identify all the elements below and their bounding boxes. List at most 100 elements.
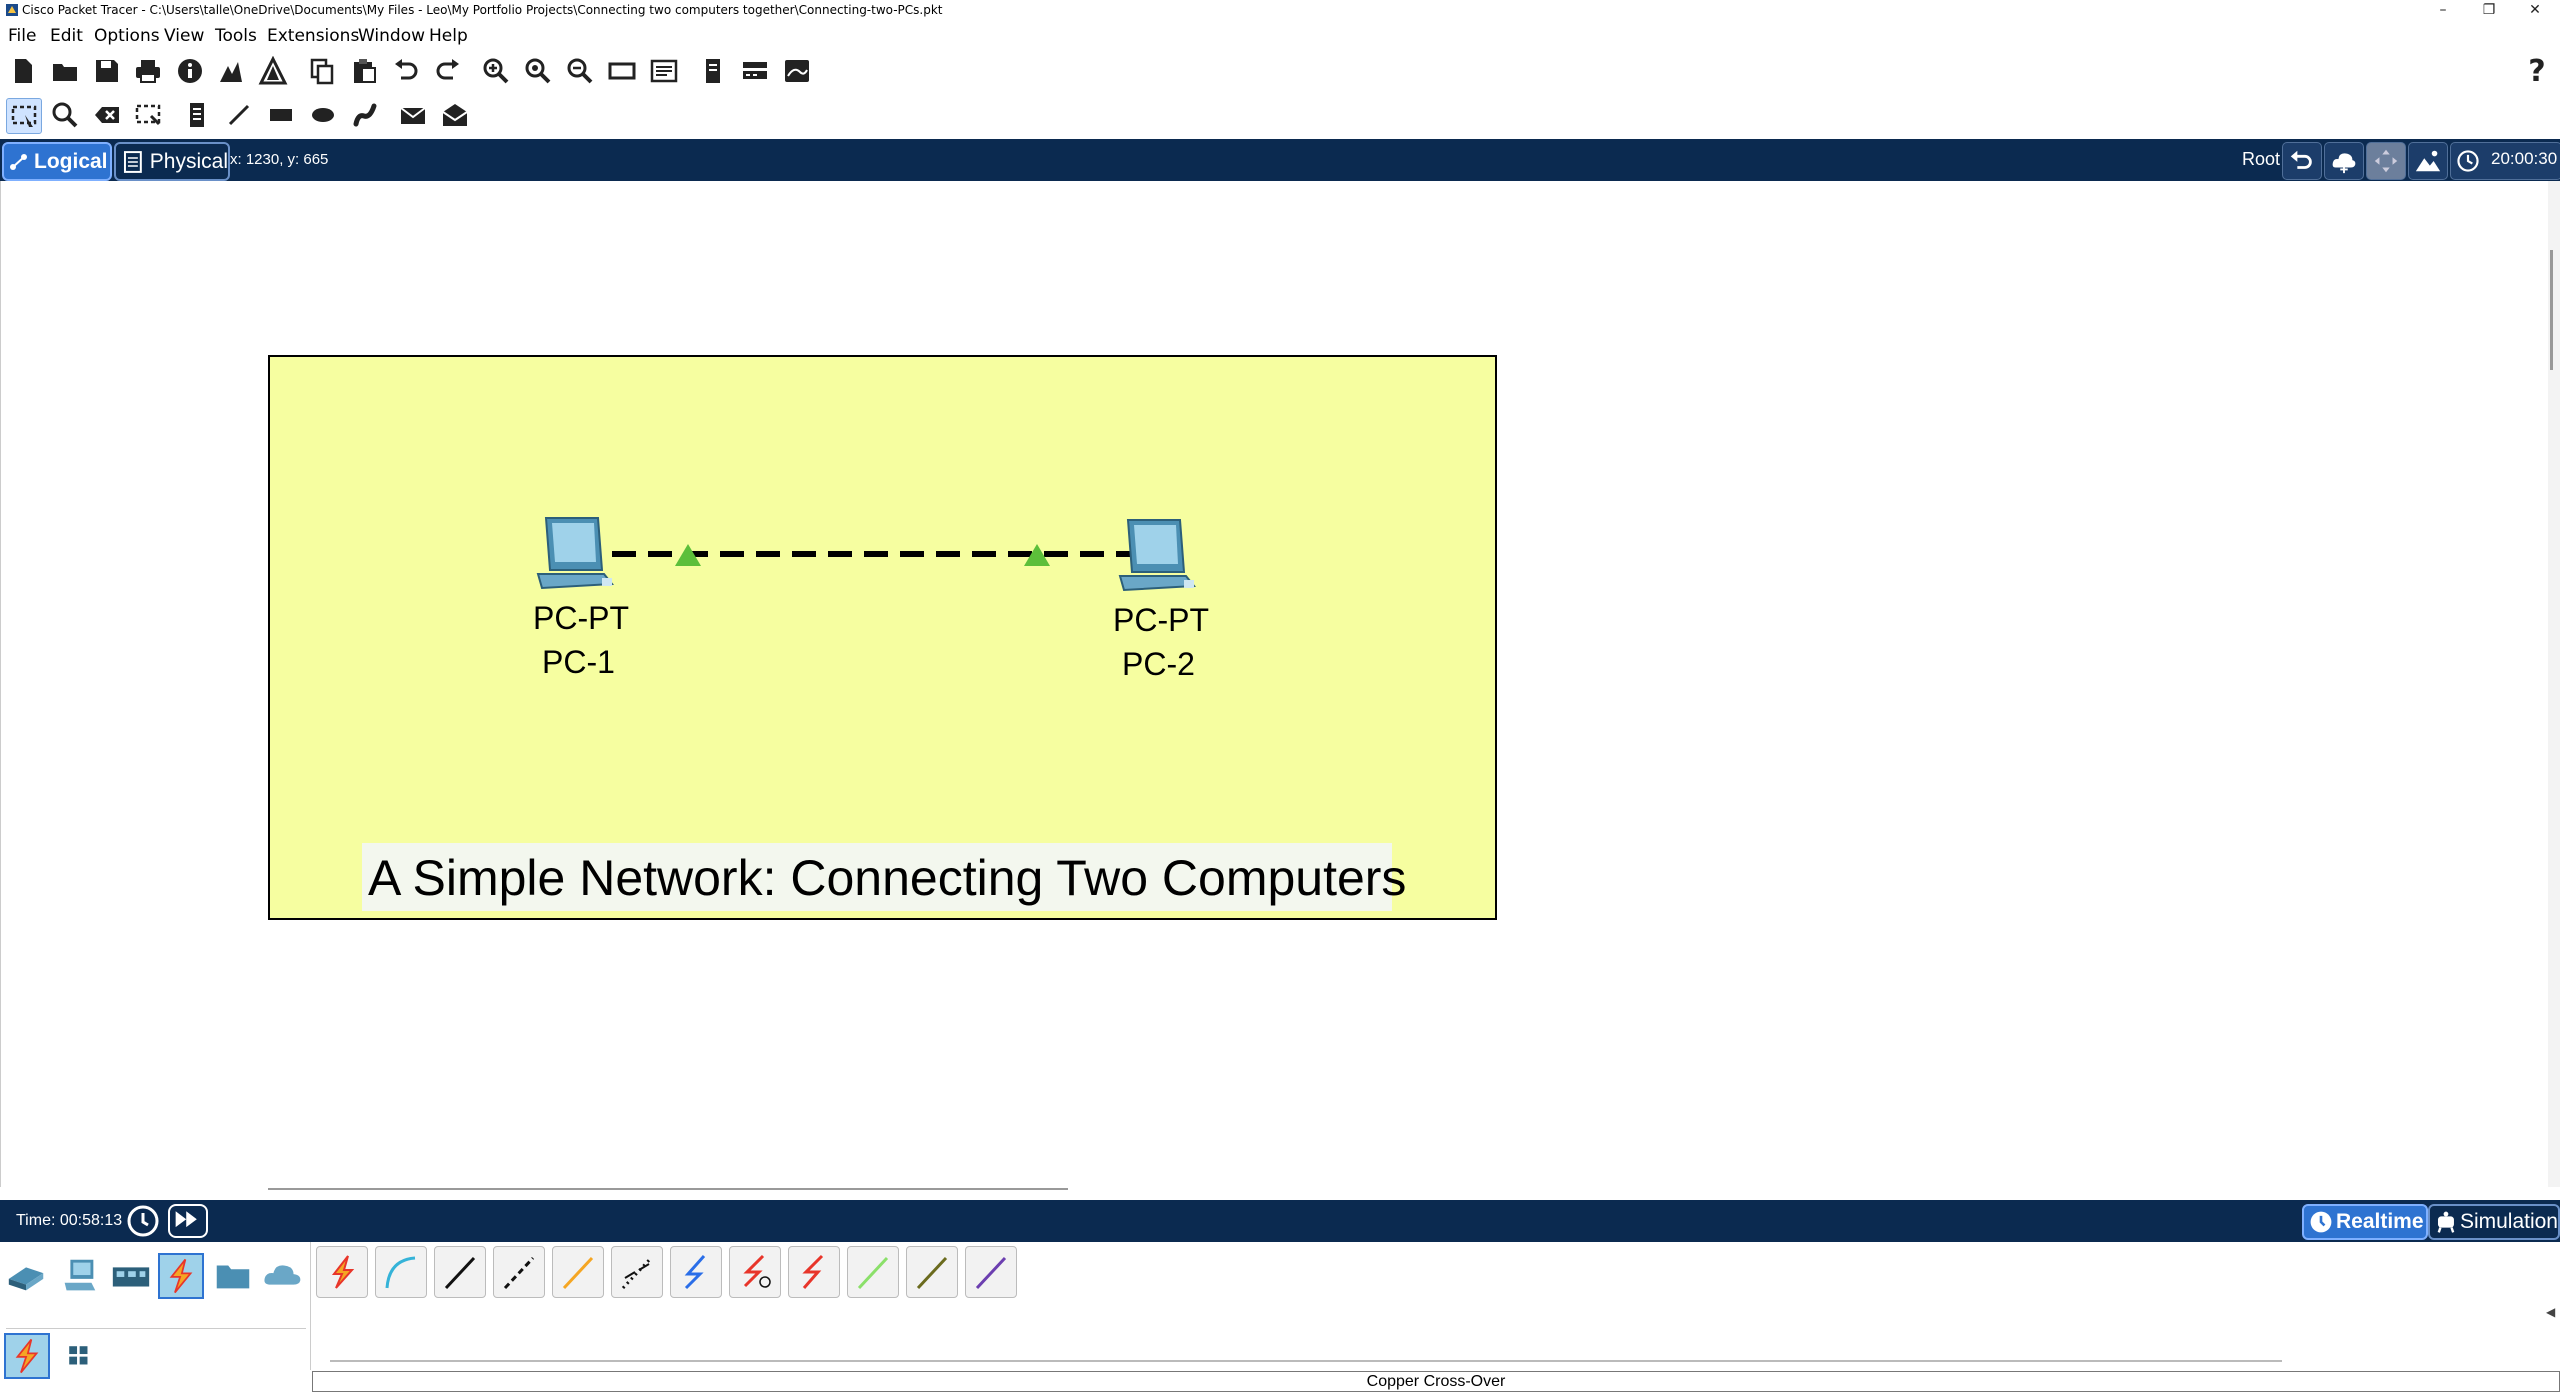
custom-device-icon[interactable] xyxy=(647,54,681,88)
pc-icon xyxy=(536,517,614,590)
draw-ellipse-icon[interactable] xyxy=(306,98,340,132)
select-icon[interactable] xyxy=(6,98,42,134)
simulation-button[interactable]: Simulation xyxy=(2428,1204,2560,1240)
tab-physical[interactable]: Physical xyxy=(114,142,230,181)
pc-1-name-label: PC-1 xyxy=(542,644,615,680)
close-button[interactable]: ✕ xyxy=(2512,0,2558,22)
add-simple-pdu-icon[interactable] xyxy=(396,98,430,132)
pc-2-name-label: PC-2 xyxy=(1122,646,1195,682)
menu-bar: File Edit Options View Tools Extensions … xyxy=(0,22,2560,48)
realtime-button[interactable]: Realtime xyxy=(2302,1204,2428,1240)
serial-dte-cable-button[interactable] xyxy=(788,1246,840,1298)
connections-icon[interactable] xyxy=(158,1253,204,1299)
network-devices-icon[interactable] xyxy=(4,1253,50,1299)
pc-2-model-label: PC-PT xyxy=(1113,602,1209,638)
open-folder-icon[interactable] xyxy=(48,54,82,88)
add-complex-pdu-icon[interactable] xyxy=(438,98,472,132)
undo-icon[interactable] xyxy=(389,54,423,88)
serial-dce-cable-button[interactable] xyxy=(729,1246,781,1298)
network-title-note[interactable]: A Simple Network: Connecting Two Compute… xyxy=(362,843,1406,911)
tab-physical-label: Physical xyxy=(149,149,228,173)
delete-icon[interactable] xyxy=(90,98,124,132)
components-icon[interactable] xyxy=(108,1253,154,1299)
zoom-reset-icon[interactable] xyxy=(521,54,555,88)
window-title: Cisco Packet Tracer - C:\Users\talle\One… xyxy=(22,3,943,17)
resize-shape-icon[interactable] xyxy=(131,98,165,132)
tab-logical[interactable]: Logical xyxy=(2,142,112,181)
menu-help[interactable]: Help xyxy=(429,26,468,46)
menu-options[interactable]: Options xyxy=(94,26,160,46)
console-cable-button[interactable] xyxy=(375,1246,427,1298)
menu-edit[interactable]: Edit xyxy=(50,26,83,46)
time-bar: Time: 00:58:13 Realtime Simulation xyxy=(0,1200,2560,1242)
phone-cable-button[interactable] xyxy=(611,1246,663,1298)
menu-extensions[interactable]: Extensions xyxy=(267,26,359,46)
realtime-clock-icon xyxy=(2310,1211,2332,1233)
tab-logical-label: Logical xyxy=(34,149,108,173)
paste-icon[interactable] xyxy=(347,54,381,88)
zoom-out-icon[interactable] xyxy=(563,54,597,88)
print-icon[interactable] xyxy=(131,54,165,88)
automatic-cable-button[interactable] xyxy=(316,1246,368,1298)
set-background-icon[interactable] xyxy=(2408,142,2448,180)
pc-1-device[interactable] xyxy=(528,512,620,594)
panel-divider xyxy=(6,1328,306,1329)
cluster-icon[interactable] xyxy=(780,54,814,88)
cursor-coordinates: x: 1230, y: 665 xyxy=(230,151,329,168)
minimize-button[interactable]: – xyxy=(2420,0,2466,22)
copper-straight-through-button[interactable] xyxy=(434,1246,486,1298)
save-icon[interactable] xyxy=(90,54,124,88)
octal-cable-button[interactable] xyxy=(847,1246,899,1298)
notes-icon[interactable] xyxy=(696,54,730,88)
draw-line-icon[interactable] xyxy=(222,98,256,132)
cable-panel-scrollbar[interactable] xyxy=(330,1360,2282,1362)
misc-icon[interactable] xyxy=(210,1253,256,1299)
iot-custom-cable-button[interactable] xyxy=(906,1246,958,1298)
menu-window[interactable]: Window xyxy=(358,26,425,46)
maximize-button[interactable]: ❐ xyxy=(2466,0,2512,22)
pc-1-model-label: PC-PT xyxy=(533,600,629,636)
copy-icon[interactable] xyxy=(305,54,339,88)
pc-2-device[interactable] xyxy=(1110,514,1202,596)
menu-file[interactable]: File xyxy=(8,26,36,46)
place-note-icon[interactable] xyxy=(180,98,214,132)
panel-separator xyxy=(310,1242,311,1370)
info-icon[interactable] xyxy=(173,54,207,88)
activity-wizard-icon[interactable] xyxy=(256,54,290,88)
horizontal-scroll-thumb[interactable] xyxy=(268,1188,1068,1190)
menu-view[interactable]: View xyxy=(164,26,204,46)
end-devices-icon[interactable] xyxy=(56,1253,102,1299)
annotation-rectangle[interactable] xyxy=(268,355,1497,920)
coaxial-cable-button[interactable] xyxy=(670,1246,722,1298)
rectangle-view-icon[interactable] xyxy=(605,54,639,88)
connections-subtype-icon[interactable] xyxy=(4,1333,50,1379)
copper-cross-over-button[interactable] xyxy=(493,1246,545,1298)
vertical-scroll-thumb[interactable] xyxy=(2550,250,2553,370)
help-button[interactable]: ? xyxy=(2520,54,2554,89)
new-cluster-icon[interactable] xyxy=(2324,142,2364,180)
move-object-icon[interactable] xyxy=(2366,142,2406,180)
zoom-in-icon[interactable] xyxy=(479,54,513,88)
freeform-icon[interactable] xyxy=(348,98,382,132)
network-wizard-icon[interactable] xyxy=(214,54,248,88)
menu-tools[interactable]: Tools xyxy=(215,26,257,46)
new-file-icon[interactable] xyxy=(6,54,40,88)
physical-view-icon xyxy=(123,150,142,173)
elapsed-time: Time: 00:58:13 xyxy=(16,1212,123,1229)
panel-collapse-icon[interactable]: ◀ xyxy=(2546,1305,2558,1321)
power-cycle-icon[interactable] xyxy=(126,1204,160,1238)
network-title-text: A Simple Network: Connecting Two Compute… xyxy=(368,850,1407,906)
multiuser-icon[interactable] xyxy=(260,1253,306,1299)
simulation-runner-icon xyxy=(2437,1211,2455,1233)
usb-cable-button[interactable] xyxy=(965,1246,1017,1298)
redo-icon[interactable] xyxy=(431,54,465,88)
inspect-icon[interactable] xyxy=(48,98,82,132)
fast-forward-icon[interactable] xyxy=(168,1204,208,1238)
back-icon[interactable] xyxy=(2282,142,2322,180)
network-link[interactable] xyxy=(600,540,1160,570)
title-bar: Cisco Packet Tracer - C:\Users\talle\One… xyxy=(0,0,2560,22)
fiber-cable-button[interactable] xyxy=(552,1246,604,1298)
grid-icon[interactable] xyxy=(56,1333,102,1379)
draw-rectangle-icon[interactable] xyxy=(264,98,298,132)
device-dialog-icon[interactable] xyxy=(738,54,772,88)
